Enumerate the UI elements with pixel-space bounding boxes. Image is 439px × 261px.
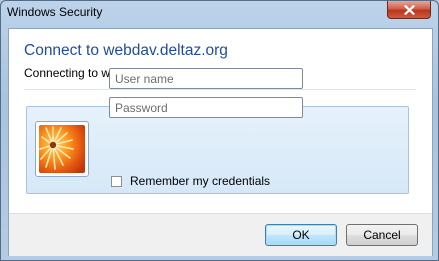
dialog-body: Connect to webdav.deltaz.org Connecting … <box>8 28 433 256</box>
user-tile-flower-icon <box>35 121 89 177</box>
ok-button[interactable]: OK <box>265 224 337 246</box>
close-icon <box>403 4 415 15</box>
password-field[interactable] <box>109 97 303 118</box>
title-bar[interactable]: Windows Security <box>1 1 438 23</box>
button-bar: OK Cancel <box>9 213 432 256</box>
dialog-window: Windows Security Connect to webdav.delta… <box>0 0 439 261</box>
remember-credentials-checkbox[interactable] <box>111 175 122 187</box>
close-button[interactable] <box>387 1 431 19</box>
divider <box>24 89 416 90</box>
remember-credentials-label[interactable]: Remember my credentials <box>130 174 270 188</box>
remember-credentials-row[interactable]: Remember my credentials <box>111 174 270 188</box>
window-title: Windows Security <box>7 5 103 19</box>
dialog-heading: Connect to webdav.deltaz.org <box>24 42 228 59</box>
username-field[interactable] <box>109 68 303 89</box>
cancel-button[interactable]: Cancel <box>346 224 418 246</box>
